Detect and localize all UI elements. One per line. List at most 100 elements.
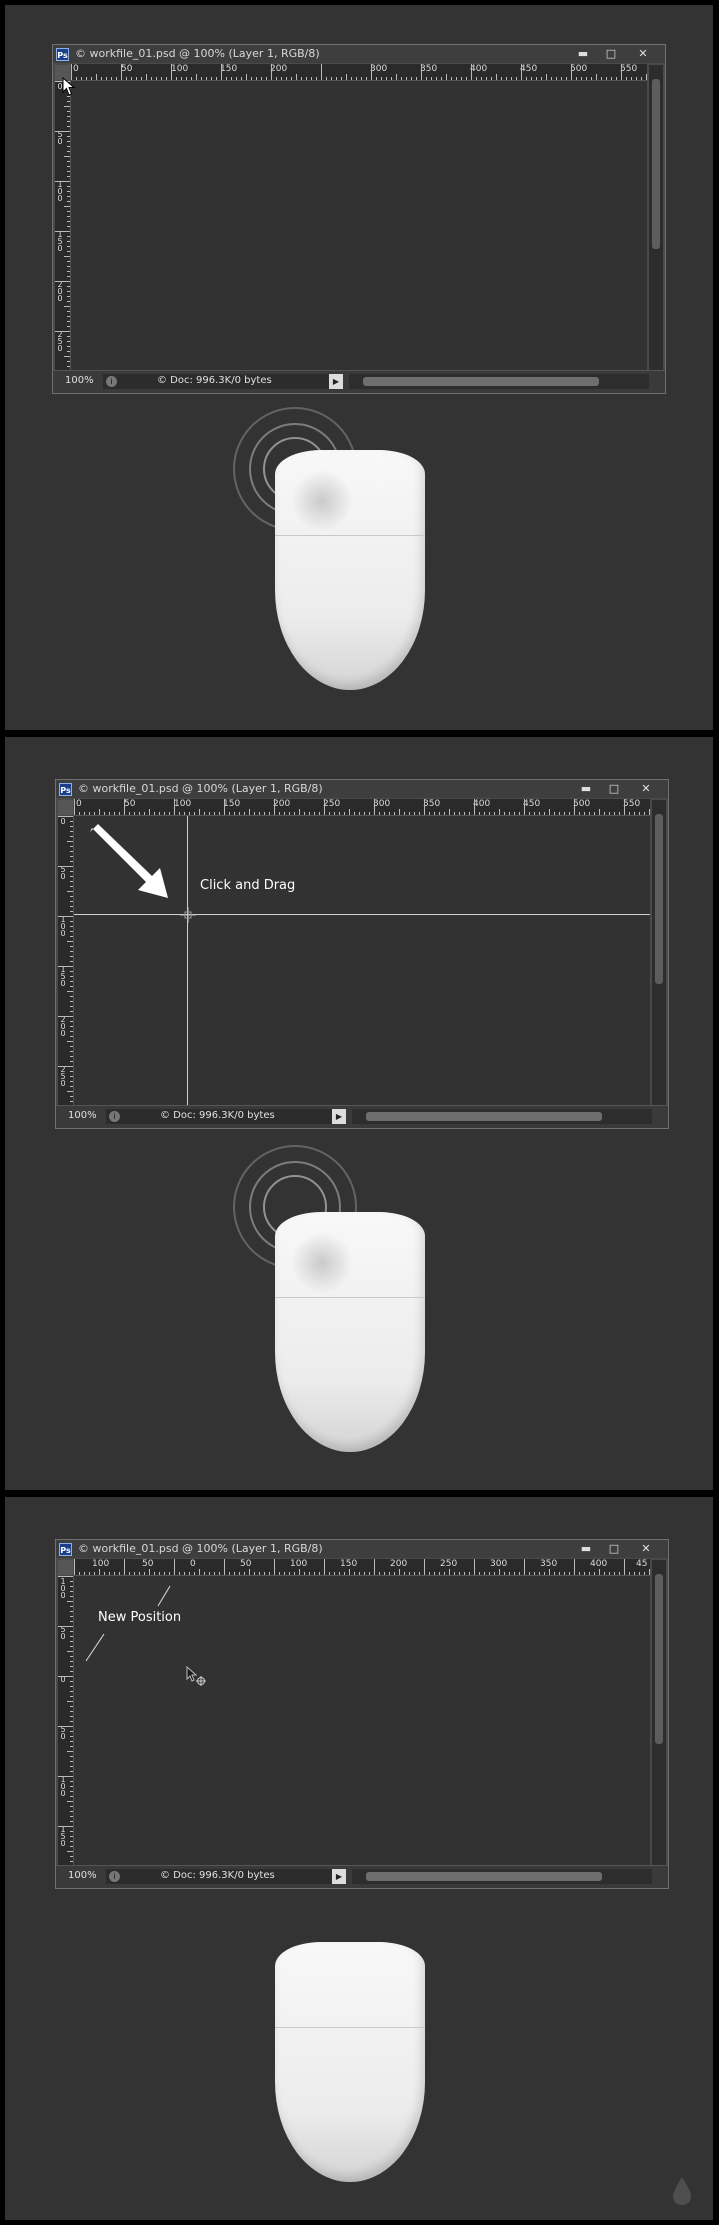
ruler-label: 200	[273, 799, 291, 809]
ruler-tick	[70, 901, 73, 902]
window-titlebar[interactable]: Ps © workfile_01.psd @ 100% (Layer 1, RG…	[56, 1540, 668, 1558]
document-canvas[interactable]: New Position	[74, 1576, 650, 1866]
ruler-tick	[70, 1816, 73, 1817]
scroll-thumb[interactable]	[366, 1872, 602, 1881]
scroll-thumb[interactable]	[652, 79, 660, 249]
ruler-tick	[70, 1731, 73, 1732]
ruler-tick	[70, 1071, 73, 1072]
ruler-tick	[70, 1836, 73, 1837]
scroll-thumb[interactable]	[655, 1574, 663, 1744]
maximize-button[interactable]: □	[602, 781, 626, 797]
scroll-thumb[interactable]	[366, 1112, 602, 1121]
vertical-scrollbar[interactable]	[652, 800, 666, 1106]
minimize-button[interactable]: ▬	[574, 1541, 598, 1557]
ruler-tick	[64, 306, 70, 307]
document-canvas[interactable]: Click and Drag	[74, 816, 650, 1106]
ruler-origin-corner[interactable]	[58, 800, 73, 815]
ruler-tick	[301, 77, 302, 80]
ruler-tick	[249, 1569, 250, 1575]
ruler-tick	[546, 74, 547, 80]
scroll-thumb[interactable]	[655, 814, 663, 984]
scroll-thumb[interactable]	[363, 377, 599, 386]
vertical-scrollbar[interactable]	[652, 1560, 666, 1866]
vertical-ruler[interactable]: 100 50 0 50 100 150	[58, 1576, 74, 1866]
horizontal-scrollbar[interactable]	[352, 1109, 652, 1124]
close-button[interactable]: ✕	[631, 46, 655, 62]
minimize-icon: ▬	[580, 1542, 592, 1555]
ruler-origin-corner[interactable]	[58, 1560, 73, 1575]
vertical-ruler[interactable]: 0 50 100 150 200 250	[58, 816, 74, 1106]
zoom-level[interactable]: 100%	[65, 375, 94, 386]
ruler-tick	[186, 77, 187, 80]
info-icon: i	[106, 376, 117, 387]
zoom-level[interactable]: 100%	[68, 1870, 97, 1881]
zoom-level[interactable]: 100%	[68, 1110, 97, 1121]
doc-menu-arrow-icon[interactable]: ▶	[329, 374, 343, 389]
ruler-label: 350	[420, 64, 438, 74]
ruler-tick	[67, 366, 70, 367]
doc-info-box[interactable]: i © Doc: 996.3K/0 bytes ▶	[106, 1109, 346, 1124]
maximize-button[interactable]: □	[602, 1541, 626, 1557]
minimize-button[interactable]: ▬	[574, 781, 598, 797]
window-titlebar[interactable]: Ps © workfile_01.psd @ 100% (Layer 1, RG…	[53, 45, 665, 63]
document-canvas[interactable]	[71, 81, 647, 371]
ruler-tick	[451, 77, 452, 80]
doc-info-box[interactable]: i © Doc: 996.3K/0 bytes ▶	[103, 374, 343, 389]
ruler-tick	[519, 1572, 520, 1575]
ruler-tick	[189, 812, 190, 815]
status-bar: 100% i © Doc: 996.3K/0 bytes ▶	[53, 370, 665, 393]
ruler-tick	[136, 77, 137, 80]
doc-menu-arrow-icon[interactable]: ▶	[332, 1109, 346, 1124]
doc-menu-arrow-icon[interactable]: ▶	[332, 1869, 346, 1884]
doc-info-box[interactable]: i © Doc: 996.3K/0 bytes ▶	[106, 1869, 346, 1884]
horizontal-ruler[interactable]: 0 50 100 150 200 300 350 400 450 500 550	[71, 64, 647, 81]
ruler-tick	[67, 201, 70, 202]
horizontal-ruler[interactable]: 0 50 100 150 200 250 300 350 400 450 500…	[74, 799, 650, 816]
close-button[interactable]: ✕	[634, 781, 658, 797]
ruler-tick	[70, 1596, 73, 1597]
ruler-tick	[319, 812, 320, 815]
ruler-label: 100	[171, 64, 189, 74]
close-icon: ✕	[641, 782, 651, 795]
status-bar: 100% i © Doc: 996.3K/0 bytes ▶	[56, 1865, 668, 1888]
ruler-tick	[486, 77, 487, 80]
horizontal-scrollbar[interactable]	[352, 1869, 652, 1884]
ruler-tick	[631, 77, 632, 80]
ruler-tick	[144, 812, 145, 815]
ruler-label: 400	[470, 64, 488, 74]
ruler-tick	[351, 77, 352, 80]
ruler-tick	[356, 77, 357, 80]
minimize-button[interactable]: ▬	[571, 46, 595, 62]
ruler-tick	[499, 1569, 500, 1575]
horizontal-scrollbar[interactable]	[349, 374, 649, 389]
ruler-tick	[67, 246, 70, 247]
ruler-tick	[229, 812, 230, 815]
ruler-tick	[524, 1559, 525, 1575]
ruler-tick	[58, 1576, 73, 1577]
ruler-tick	[226, 77, 227, 80]
ruler-tick	[70, 921, 73, 922]
ruler-tick	[411, 77, 412, 80]
ruler-tick	[109, 812, 110, 815]
ruler-tick	[70, 1861, 73, 1862]
horizontal-ruler[interactable]: 100 50 0 50 100 150 200 250 300 350 400 …	[74, 1559, 650, 1576]
ruler-tick	[629, 812, 630, 815]
ruler-tick	[449, 809, 450, 815]
maximize-button[interactable]: □	[599, 46, 623, 62]
ruler-tick	[67, 341, 70, 342]
ruler-tick	[70, 936, 73, 937]
ruler-tick	[67, 221, 70, 222]
click-and-drag-label: Click and Drag	[200, 878, 296, 893]
vertical-ruler[interactable]: 0 50 100 150 200 250	[55, 81, 71, 371]
ruler-tick	[554, 812, 555, 815]
info-icon: i	[109, 1871, 120, 1882]
window-titlebar[interactable]: Ps © workfile_01.psd @ 100% (Layer 1, RG…	[56, 780, 668, 798]
ruler-tick	[469, 812, 470, 815]
ruler-tick	[164, 812, 165, 815]
ruler-tick	[70, 1086, 73, 1087]
close-button[interactable]: ✕	[634, 1541, 658, 1557]
ruler-tick	[184, 812, 185, 815]
vertical-scrollbar[interactable]	[649, 65, 663, 371]
ruler-label: 45	[636, 1559, 648, 1569]
ruler-tick	[296, 74, 297, 80]
